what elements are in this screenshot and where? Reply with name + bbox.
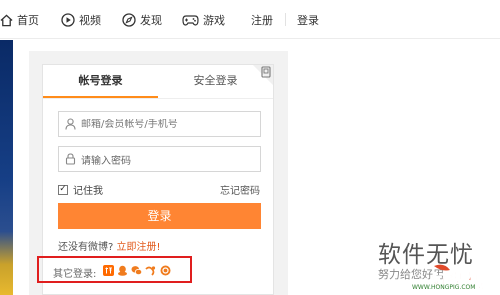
remember-me-checkbox[interactable]: ✓ 记住我	[58, 182, 103, 197]
gamepad-icon	[182, 14, 199, 26]
user-icon	[59, 112, 81, 136]
tab-account-login[interactable]: 帐号登录	[43, 65, 158, 97]
360-icon[interactable]	[160, 265, 171, 276]
no-weibo-text: 还没有微博?	[58, 242, 114, 253]
password-field[interactable]	[58, 146, 261, 172]
taobao-icon[interactable]	[103, 265, 114, 276]
weixin-icon[interactable]	[131, 265, 142, 276]
other-login-label: 其它登录:	[53, 269, 97, 280]
nav-games[interactable]: 游戏	[182, 12, 225, 28]
login-link[interactable]: 登录	[297, 12, 319, 28]
watermark-url: WWW.HONGPIG.COM	[412, 284, 476, 291]
nav-video[interactable]: 视频	[61, 12, 101, 28]
nav-video-label: 视频	[79, 14, 101, 27]
home-icon	[0, 14, 13, 26]
checkbox-checked-icon[interactable]: ✓	[58, 184, 68, 195]
qq-icon[interactable]	[117, 265, 128, 276]
register-prompt: 还没有微博? 立即注册!	[58, 238, 161, 253]
tab-divider	[43, 98, 273, 99]
top-nav: 首页 视频 发现 游戏 注册 登录	[0, 0, 500, 39]
compass-icon	[122, 13, 136, 27]
forgot-password-link[interactable]: 忘记密码	[220, 182, 260, 197]
register-now-link[interactable]: 立即注册!	[117, 242, 161, 253]
background-image-strip	[0, 40, 13, 295]
username-input[interactable]	[81, 118, 251, 130]
nav-games-label: 游戏	[203, 14, 225, 27]
password-input[interactable]	[81, 153, 251, 165]
play-icon	[61, 13, 75, 27]
nav-home-label: 首页	[17, 14, 39, 27]
lock-icon	[59, 147, 81, 171]
nav-home[interactable]: 首页	[0, 12, 39, 28]
nav-divider	[285, 13, 286, 26]
username-field[interactable]	[58, 111, 261, 137]
nav-discover-label: 发现	[140, 14, 162, 27]
register-link[interactable]: 注册	[251, 12, 273, 28]
alipay-icon[interactable]	[145, 265, 156, 276]
login-button[interactable]: 登录	[58, 203, 261, 229]
remember-me-label: 记住我	[73, 186, 103, 197]
login-link-label: 登录	[297, 14, 319, 27]
register-link-label: 注册	[251, 14, 273, 27]
nav-discover[interactable]: 发现	[122, 12, 162, 28]
qr-code-icon[interactable]	[253, 65, 273, 85]
